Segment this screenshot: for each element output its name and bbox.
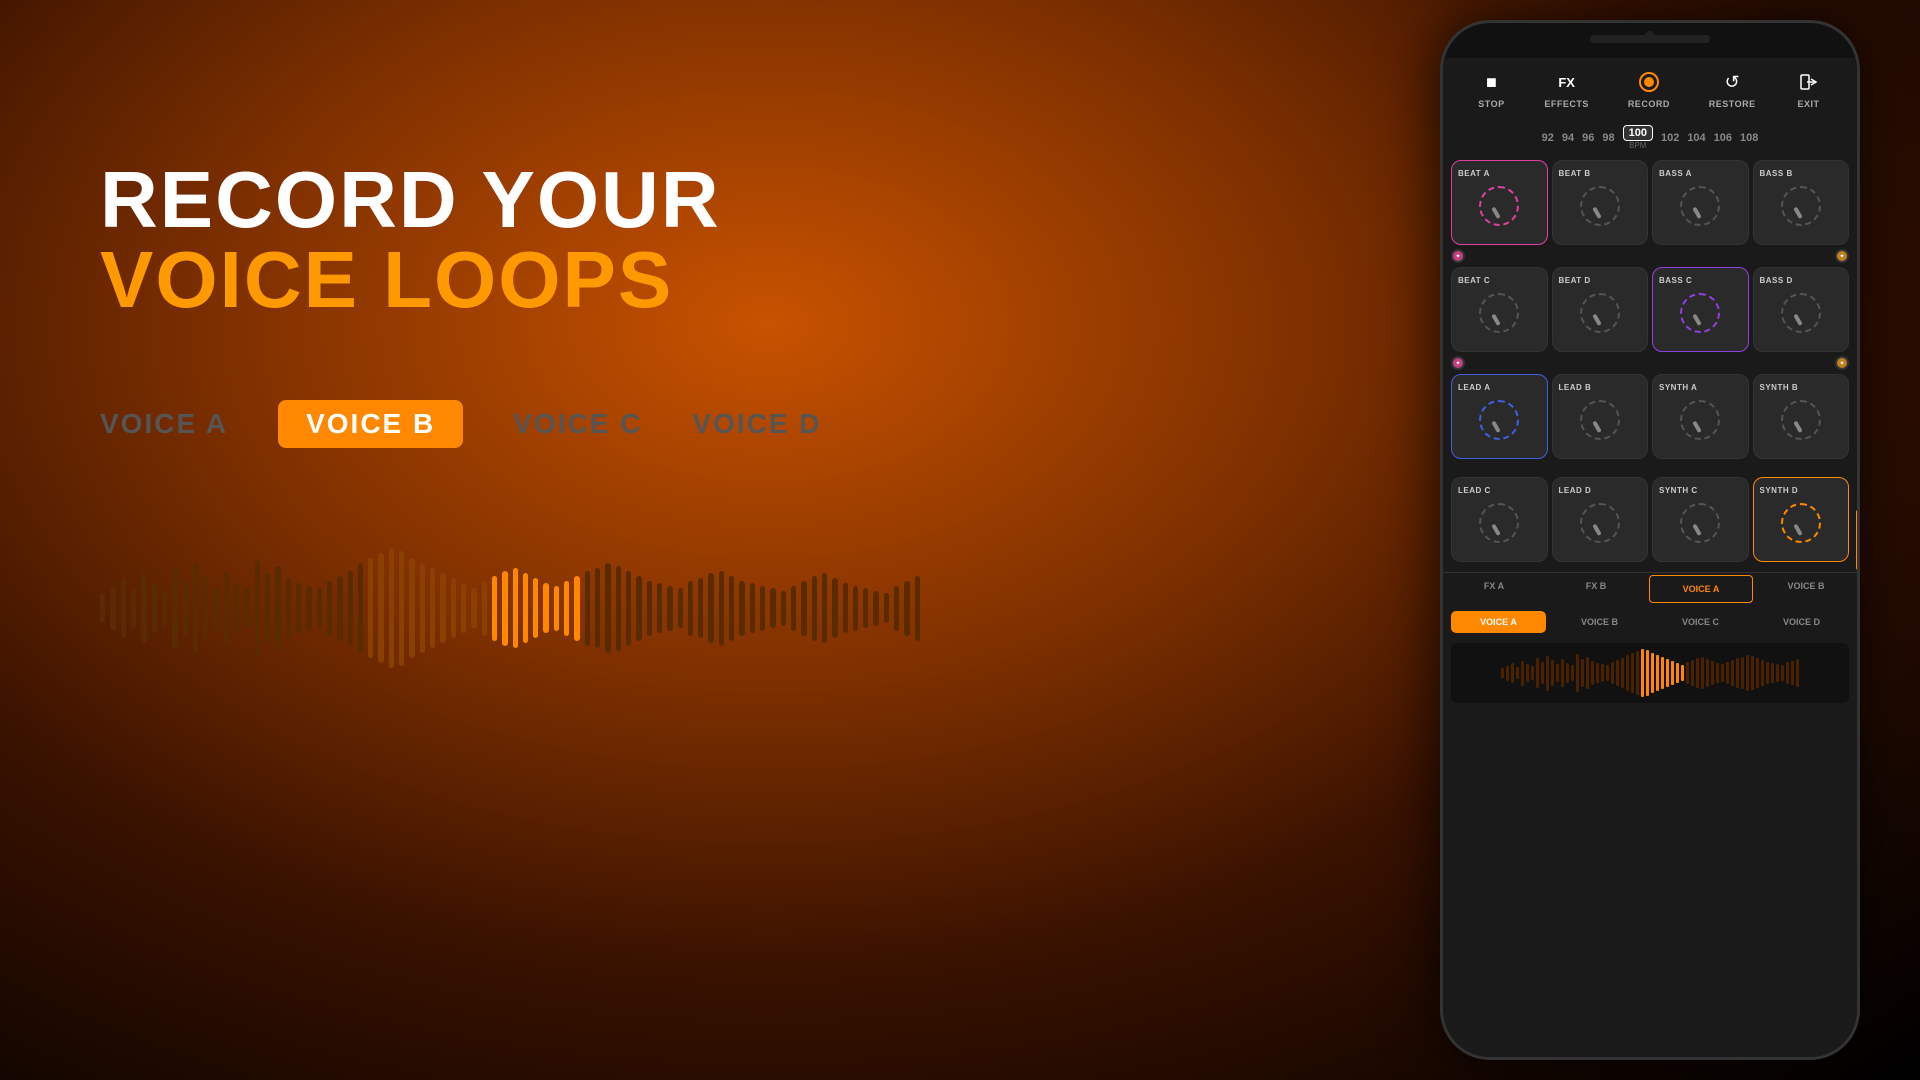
left-panel: RECORD YOUR VOICE LOOPS VOICE A VOICE B …: [0, 0, 940, 1080]
restore-label: RESTORE: [1709, 99, 1756, 109]
bpm-100[interactable]: 100: [1623, 125, 1653, 141]
connector-row-1: [1443, 249, 1857, 263]
knob-lead-a[interactable]: [1479, 400, 1519, 440]
restore-icon: ↺: [1718, 68, 1746, 96]
pad-synth-c[interactable]: SYNTH C: [1652, 477, 1749, 562]
effects-icon: FX: [1553, 68, 1581, 96]
pad-bass-b[interactable]: BASS B: [1753, 160, 1850, 245]
pad-grid-row3: LEAD A LEAD B SYNTH A SYNTH B: [1443, 370, 1857, 463]
voice-tab-a[interactable]: VOICE A: [100, 408, 228, 440]
headline-white: RECORD YOUR: [100, 155, 721, 244]
bpm-96[interactable]: 96: [1582, 132, 1594, 144]
effects-label: EFFECTS: [1544, 99, 1589, 109]
knob-lead-d[interactable]: [1580, 503, 1620, 543]
knob-synth-c[interactable]: [1680, 503, 1720, 543]
record-button[interactable]: RECORD: [1628, 68, 1670, 109]
connector-row-2: [1443, 356, 1857, 370]
bpm-104[interactable]: 104: [1687, 132, 1705, 144]
pad-lead-b[interactable]: LEAD B: [1552, 374, 1649, 459]
knob-bass-d[interactable]: [1781, 293, 1821, 333]
vbtn-d[interactable]: VOICE D: [1754, 611, 1849, 633]
headline: RECORD YOUR VOICE LOOPS: [100, 160, 721, 320]
voice-tab-b[interactable]: VOICE B: [278, 400, 463, 448]
knob-beat-a[interactable]: [1479, 186, 1519, 226]
record-label: RECORD: [1628, 99, 1670, 109]
pad-lead-a[interactable]: LEAD A: [1451, 374, 1548, 459]
restore-button[interactable]: ↺ RESTORE: [1709, 68, 1756, 109]
vbtn-b[interactable]: VOICE B: [1552, 611, 1647, 633]
voice-tab-d[interactable]: VOICE D: [692, 408, 821, 440]
bpm-98[interactable]: 98: [1602, 132, 1614, 144]
phone-content: ■ STOP FX EFFECTS RECORD: [1443, 58, 1857, 1057]
bpm-106[interactable]: 106: [1714, 132, 1732, 144]
bpm-94[interactable]: 94: [1562, 132, 1574, 144]
knob-lead-c[interactable]: [1479, 503, 1519, 543]
knob-beat-b[interactable]: [1580, 186, 1620, 226]
mini-waveform: [1451, 643, 1849, 703]
effects-button[interactable]: FX EFFECTS: [1544, 68, 1589, 109]
tab-voice-a[interactable]: VOICE A: [1649, 575, 1753, 603]
knob-bass-a[interactable]: [1680, 186, 1720, 226]
bpm-92[interactable]: 92: [1542, 132, 1554, 144]
record-icon: [1635, 68, 1663, 96]
knob-synth-a[interactable]: [1680, 400, 1720, 440]
connector-dot-4: [1835, 356, 1849, 370]
bpm-102[interactable]: 102: [1661, 132, 1679, 144]
pad-bass-c[interactable]: BASS C: [1652, 267, 1749, 352]
knob-synth-d[interactable]: [1781, 503, 1821, 543]
bpm-unit: BPM: [1629, 141, 1646, 150]
pad-beat-a[interactable]: BEAT A: [1451, 160, 1548, 245]
voice-tabs: VOICE A VOICE B VOICE C VOICE D: [100, 400, 822, 448]
tab-voice-b[interactable]: VOICE B: [1755, 573, 1857, 605]
phone-container: ■ STOP FX EFFECTS RECORD: [1440, 20, 1860, 1060]
connector-dot-2: [1835, 249, 1849, 263]
tab-fx-a[interactable]: FX A: [1443, 573, 1545, 605]
knob-beat-c[interactable]: [1479, 293, 1519, 333]
pad-grid-row4: LEAD C LEAD D SYNTH C SYNTH D: [1443, 473, 1857, 566]
exit-button[interactable]: EXIT: [1795, 68, 1823, 109]
pad-lead-d[interactable]: LEAD D: [1552, 477, 1649, 562]
knob-synth-b[interactable]: [1781, 400, 1821, 440]
spacer: [1443, 463, 1857, 473]
pad-beat-b[interactable]: BEAT B: [1552, 160, 1649, 245]
stop-icon: ■: [1477, 68, 1505, 96]
exit-label: EXIT: [1798, 99, 1820, 109]
waveform: [100, 498, 920, 718]
pad-beat-d[interactable]: BEAT D: [1552, 267, 1649, 352]
stop-button[interactable]: ■ STOP: [1477, 68, 1505, 109]
pad-synth-a[interactable]: SYNTH A: [1652, 374, 1749, 459]
pad-bass-a[interactable]: BASS A: [1652, 160, 1749, 245]
knob-bass-c[interactable]: [1680, 293, 1720, 333]
vbtn-a[interactable]: VOICE A: [1451, 611, 1546, 633]
pad-grid-row2: BEAT C BEAT D BASS C BASS D: [1443, 263, 1857, 356]
connector-dot-3: [1451, 356, 1465, 370]
scroll-indicator[interactable]: [1856, 510, 1860, 570]
voice-row: VOICE A VOICE B VOICE C VOICE D: [1443, 605, 1857, 639]
bpm-108[interactable]: 108: [1740, 132, 1758, 144]
knob-bass-b[interactable]: [1781, 186, 1821, 226]
knob-beat-d[interactable]: [1580, 293, 1620, 333]
pad-beat-c[interactable]: BEAT C: [1451, 267, 1548, 352]
pad-synth-d[interactable]: SYNTH D: [1753, 477, 1850, 562]
pad-synth-b[interactable]: SYNTH B: [1753, 374, 1850, 459]
headline-orange: VOICE LOOPS: [100, 235, 673, 324]
bpm-row: 92 94 96 98 100 BPM 102 104 106 108: [1443, 119, 1857, 156]
bpm-active-wrap: 100 BPM: [1623, 125, 1653, 150]
pad-lead-c[interactable]: LEAD C: [1451, 477, 1548, 562]
knob-lead-b[interactable]: [1580, 400, 1620, 440]
toolbar: ■ STOP FX EFFECTS RECORD: [1443, 58, 1857, 119]
pad-grid-row1: BEAT A BEAT B BASS A BASS B: [1443, 156, 1857, 249]
stop-label: STOP: [1478, 99, 1504, 109]
connector-dot-1: [1451, 249, 1465, 263]
bottom-tabs: FX A FX B VOICE A VOICE B: [1443, 572, 1857, 605]
tab-fx-b[interactable]: FX B: [1545, 573, 1647, 605]
vbtn-c[interactable]: VOICE C: [1653, 611, 1748, 633]
phone: ■ STOP FX EFFECTS RECORD: [1440, 20, 1860, 1060]
voice-tab-c[interactable]: VOICE C: [513, 408, 642, 440]
phone-camera: [1645, 31, 1655, 41]
pad-bass-d[interactable]: BASS D: [1753, 267, 1850, 352]
exit-icon: [1795, 68, 1823, 96]
